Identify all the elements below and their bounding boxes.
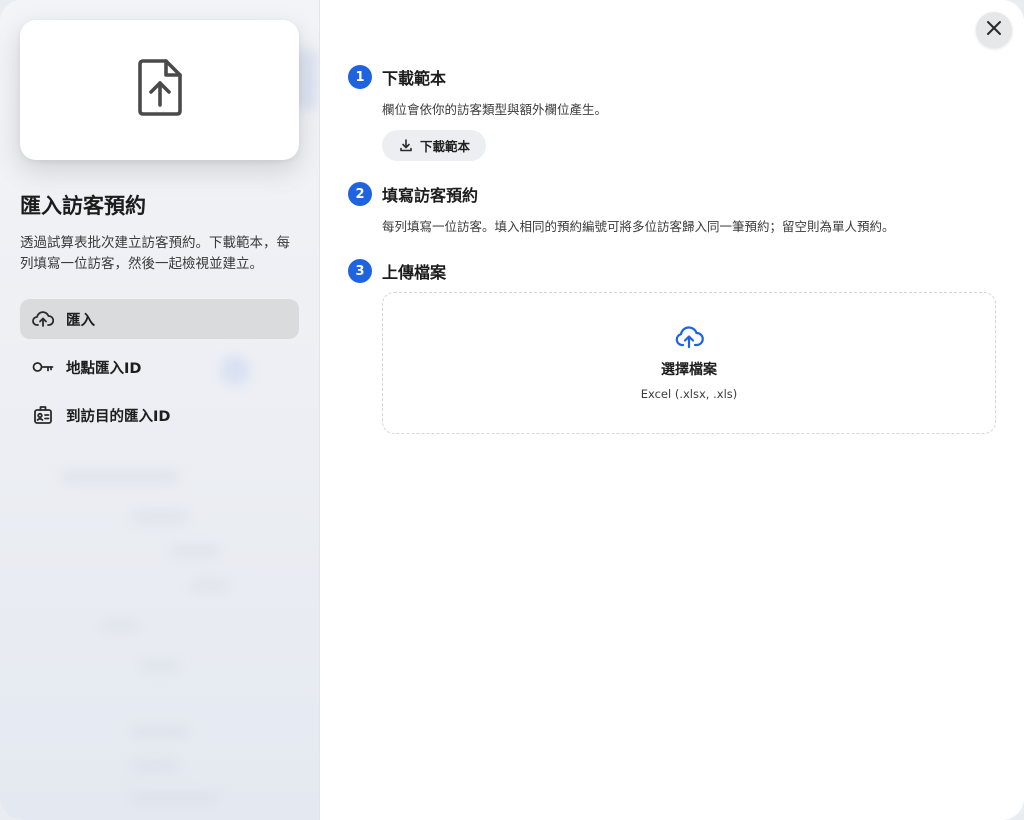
step-description: 每列填寫一位訪客。填入相同的預約編號可將多位訪客歸入同一筆預約；留空則為單人預約… — [382, 219, 895, 234]
key-icon — [32, 356, 54, 378]
cloud-upload-icon — [32, 308, 54, 330]
sidebar-item-location-id[interactable]: 地點匯入ID — [20, 347, 299, 387]
step-title: 上傳檔案 — [382, 263, 447, 282]
sidebar-item-label: 匯入 — [66, 312, 95, 329]
download-template-button[interactable]: 下載範本 — [382, 130, 487, 161]
step-title: 填寫訪客預約 — [382, 186, 479, 205]
step-download-template: 1 下載範本 欄位會依你的訪客類型與額外欄位產生。 下載範本 — [348, 65, 607, 161]
hero-card — [20, 20, 299, 160]
sidebar: 匯入訪客預約 透過試算表批次建立訪客預約。下載範本，每列填寫一位訪客，然後一起檢… — [0, 0, 320, 820]
sidebar-item-label: 到訪目的匯入ID — [66, 408, 171, 425]
cloud-upload-icon — [674, 325, 704, 353]
step-title: 下載範本 — [382, 69, 447, 88]
sidebar-nav: 匯入 地點匯入ID 到訪目的匯入ID — [20, 299, 299, 443]
file-dropzone[interactable]: 選擇檔案 Excel (.xlsx, .xls) — [382, 292, 996, 434]
step-number: 1 — [348, 65, 372, 89]
dialog-title: 匯入訪客預約 — [20, 194, 146, 218]
sidebar-item-label: 地點匯入ID — [66, 360, 142, 377]
dialog-description: 透過試算表批次建立訪客預約。下載範本，每列填寫一位訪客，然後一起檢視並建立。 — [20, 235, 290, 272]
badge-icon — [32, 404, 54, 426]
file-upload-icon — [136, 58, 184, 122]
close-button[interactable] — [976, 12, 1012, 48]
step-number: 2 — [348, 182, 372, 206]
sidebar-item-purpose-id[interactable]: 到訪目的匯入ID — [20, 395, 299, 435]
step-description: 欄位會依你的訪客類型與額外欄位產生。 — [382, 102, 608, 117]
sidebar-item-import[interactable]: 匯入 — [20, 299, 299, 339]
download-template-label: 下載範本 — [420, 139, 471, 154]
step-upload-file: 3 上傳檔案 — [348, 259, 446, 283]
import-dialog: 匯入訪客預約 透過試算表批次建立訪客預約。下載範本，每列填寫一位訪客，然後一起檢… — [0, 0, 1024, 820]
step-fill-reservations: 2 填寫訪客預約 每列填寫一位訪客。填入相同的預約編號可將多位訪客歸入同一筆預約… — [348, 182, 895, 235]
download-icon — [400, 139, 412, 152]
choose-file-label: 選擇檔案 — [661, 362, 717, 378]
accepted-formats: Excel (.xlsx, .xls) — [640, 387, 738, 401]
close-icon — [986, 20, 1002, 40]
main-panel: 1 下載範本 欄位會依你的訪客類型與額外欄位產生。 下載範本 2 填寫訪客預約 — [320, 0, 1024, 820]
step-number: 3 — [348, 259, 372, 283]
